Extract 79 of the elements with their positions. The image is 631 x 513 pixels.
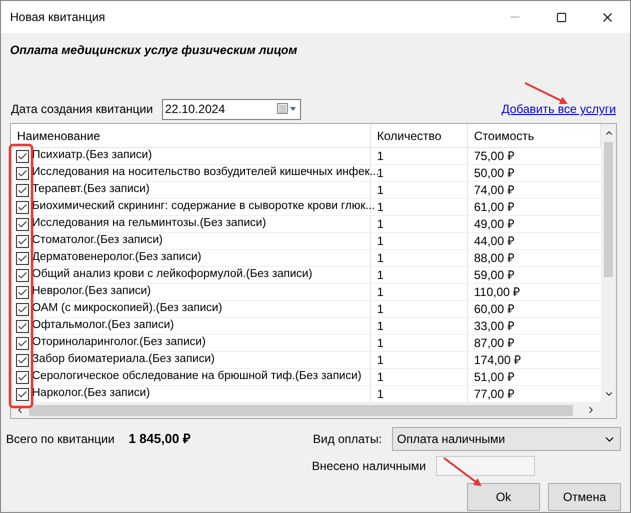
row-checkbox[interactable] [16, 354, 29, 366]
payment-type-dropdown[interactable]: Оплата наличными [392, 427, 621, 451]
row-checkbox[interactable] [16, 336, 29, 350]
cost-cell-text: 33,00 ₽ [473, 318, 516, 334]
cost-cell-text: 61,00 ₽ [473, 199, 516, 215]
quantity-cell: 1 [371, 267, 468, 283]
quantity-cell: 1 [371, 386, 468, 402]
quantity-cell: 1 [371, 369, 468, 385]
column-header[interactable]: Наименование [11, 124, 371, 147]
quantity-cell: 1 [371, 233, 468, 249]
cost-cell-text: 75,00 ₽ [473, 148, 516, 164]
date-label: Дата создания квитанции [11, 101, 153, 118]
total-label: Всего по квитанции [6, 431, 115, 448]
arrow-annotation [524, 82, 568, 104]
service-name: Стоматолог.(Без записи) [32, 233, 163, 248]
service-name: Психиатр.(Без записи) [32, 148, 152, 164]
service-name: Общий анализ крови с лейкоформулой.(Без записи) [32, 267, 312, 282]
row-checkbox[interactable] [16, 166, 29, 180]
quantity-cell: 1 [371, 182, 468, 198]
service-name: Серологическое обследование на брюшной тиф.(Без записи) [32, 369, 362, 384]
row-checkbox[interactable] [16, 388, 29, 400]
cash-label: Внесено наличными [312, 458, 426, 475]
cost-cell-text: 59,00 ₽ [473, 267, 516, 283]
service-name: ОАМ (с микроскопией).(Без записи) [32, 301, 222, 316]
column-header[interactable]: Количество [371, 124, 468, 147]
row-checkbox[interactable] [16, 320, 29, 332]
total-amount: 1 845,00 ₽ [128, 430, 191, 448]
cost-cell-text: 44,00 ₽ [473, 233, 516, 249]
row-checkbox[interactable] [16, 184, 29, 196]
scrollbar-thumb[interactable] [29, 404, 573, 416]
cost-cell-text: 49,00 ₽ [473, 216, 516, 232]
quantity-cell: 1 [371, 216, 468, 232]
service-name: Биохимический скрининг: содержание в сыворотке крови глюк... [32, 199, 375, 214]
cost-cell-text: 60,00 ₽ [473, 301, 516, 317]
row-checkbox[interactable] [16, 252, 29, 264]
quantity-cell: 1 [371, 284, 468, 300]
service-name: Дерматовенеролог.(Без записи) [32, 250, 202, 266]
row-checkbox[interactable] [16, 150, 29, 162]
quantity-cell: 1 [371, 335, 468, 351]
maximize-icon [556, 12, 566, 22]
quantity-cell: 1 [371, 301, 468, 317]
quantity-cell: 1 [371, 148, 468, 164]
cash-input-field[interactable] [436, 456, 535, 476]
service-name: Офтальмолог.(Без записи) [32, 318, 174, 334]
quantity-cell: 1 [371, 250, 468, 266]
row-checkbox[interactable] [16, 286, 29, 298]
cancel-button[interactable]: Отмена [548, 483, 621, 511]
service-name: Терапевт.(Без записи) [32, 182, 150, 198]
quantity-cell: 1 [371, 352, 468, 368]
add-all-services-link[interactable]: Добавить все услуги [501, 100, 616, 118]
row-checkbox[interactable] [16, 200, 29, 214]
cost-cell-text: 51,00 ₽ [473, 369, 516, 385]
scrollbar-thumb[interactable] [604, 142, 613, 277]
row-checkbox[interactable] [16, 234, 29, 248]
cost-cell-text: 87,00 ₽ [473, 335, 516, 351]
service-name: Забор биоматериала.(Без записи) [32, 352, 215, 368]
service-name: Исследования на гельминтозы.(Без записи) [32, 216, 266, 232]
arrow-annotation [443, 457, 482, 486]
cost-cell-text: 110,00 ₽ [473, 284, 522, 300]
cost-cell-text: 174,00 ₽ [473, 352, 522, 368]
row-checkbox[interactable] [16, 268, 29, 282]
service-name: Невролог.(Без записи) [32, 284, 151, 300]
quantity-cell: 1 [371, 318, 468, 334]
row-checkbox[interactable] [16, 370, 29, 384]
row-checkbox[interactable] [16, 302, 29, 316]
cost-cell-text: 77,00 ₽ [473, 386, 516, 402]
row-checkbox[interactable] [16, 218, 29, 230]
service-name: Исследования на носительство возбудителей кишечных инфек... [32, 165, 380, 180]
payment-type-label: Вид оплаты: [312, 431, 382, 448]
date-field[interactable]: 22.10.2024 [162, 98, 301, 120]
service-name: Оториноларинголог.(Без записи) [32, 335, 206, 350]
window-title: Новая квитанция [10, 9, 106, 26]
cost-cell-text: 50,00 ₽ [473, 165, 516, 181]
ok-button[interactable]: Ok [467, 483, 540, 511]
service-name: Нарколог.(Без записи) [32, 386, 150, 402]
cost-cell-text: 74,00 ₽ [473, 182, 516, 198]
cost-cell-text: 88,00 ₽ [473, 250, 516, 266]
calendar-dropdown-icon[interactable] [276, 103, 297, 115]
form-subtitle: Оплата медицинских услуг физическим лицом [10, 42, 298, 59]
